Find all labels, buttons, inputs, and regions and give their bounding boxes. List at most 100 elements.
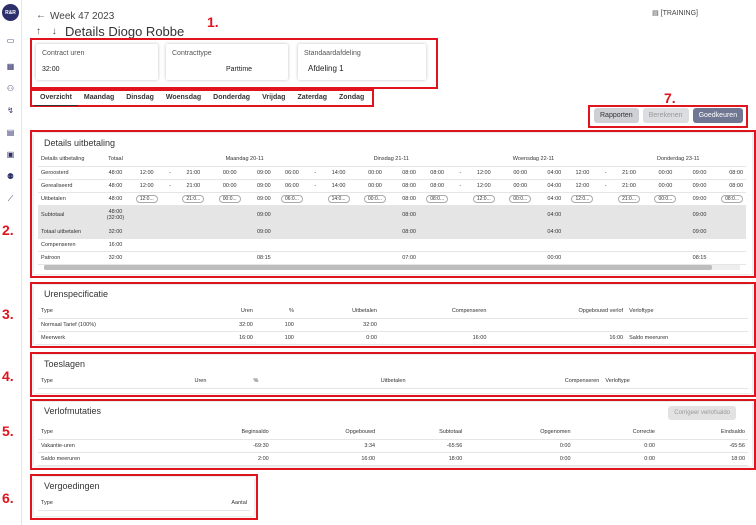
cell: 00:00 [502,166,539,180]
table-row: Normaal Tarief (100%) 32:00 100 32:00 [38,318,748,332]
cell [626,318,748,332]
analytics-icon[interactable]: ↯ [6,106,15,115]
time-select[interactable]: 12:0... [135,194,158,203]
cell: 06:00 [273,166,311,180]
col-type: Type [38,497,135,511]
contracttype-card: Contracttype Parttime [166,44,288,80]
cell: - [164,179,176,193]
cell: 08:00 [273,205,419,226]
verlofmutaties-title: Verlofmutaties [44,406,102,416]
cell: 09:00 [128,205,274,226]
cell: 0:00 [573,439,658,453]
cell: 09:00 [564,225,710,239]
tab-overzicht[interactable]: Overzicht [34,92,78,106]
cell: 14:00 [320,166,357,180]
back-icon[interactable]: ← [36,10,46,21]
tab-donderdag[interactable]: Donderdag [207,92,256,106]
cell: - [455,179,466,193]
inbox-icon[interactable]: ▭ [6,36,15,45]
cell: 08:00 [273,225,419,239]
time-select[interactable]: 21:0... [618,194,640,203]
goedkeuren-button[interactable]: Goedkeuren [692,108,744,123]
annotation-2: 2. [2,222,14,238]
patroon-row: Patroon 32:00 08:15 07:00 00:00 08:15 [38,251,746,265]
vergoedingen-section: Vergoedingen Type Aantal [34,477,254,516]
prev-next-arrows[interactable]: ↑ ↓ [36,26,61,37]
sidebar: R&R ▭ ▦ ⚇ ↯ ▤ ▣ ⚉ ⟋ [0,0,22,525]
cell: Saldo meeruren [38,452,173,466]
row-label: Compenseren [38,238,103,252]
toeslagen-title: Toeslagen [44,359,86,369]
cell: 0:00 [296,331,380,345]
team-icon[interactable]: ⚇ [6,84,15,93]
row-label: Uitbetalen [38,192,103,206]
cell: 08:00 [709,179,746,193]
col-maandag: Maandag 20-11 [128,153,274,167]
time-select[interactable]: 00:0... [364,194,386,203]
chart-icon[interactable]: ⟋ [6,194,15,203]
col-compenseren: Compenseren [379,305,490,319]
time-select[interactable]: 06:0... [280,194,303,203]
table-row: Uitbetalen 48:00 12:0... 21:0... 00:0... 09… [38,192,746,206]
cell: -65:56 [378,439,466,453]
tab-vrijdag[interactable]: Vrijdag [256,92,291,106]
tab-maandag[interactable]: Maandag [78,92,120,106]
tab-zaterdag[interactable]: Zaterdag [291,92,333,106]
dashboard-icon[interactable]: ▦ [6,62,15,71]
col-uren: Uren [202,305,256,319]
cell: - [164,166,176,180]
time-select[interactable]: 21:0... [182,194,205,203]
cell [709,205,746,226]
vergoedingen-title: Vergoedingen [44,481,100,491]
time-select[interactable]: 14:0... [327,194,350,203]
scrollbar-thumb[interactable] [44,265,713,270]
time-select[interactable]: 00:0... [218,194,241,203]
cell [455,192,466,206]
time-select[interactable]: 00:0... [654,194,677,203]
contracttype-value: Parttime [226,66,253,73]
users-icon[interactable]: ⚉ [6,172,15,181]
calendar-icon[interactable]: ▤ [6,128,15,137]
time-select[interactable]: 08:0... [721,194,743,203]
cell: 0:00 [573,452,658,466]
cell: 08:00 [418,179,456,193]
contract-uren-value: 32:00 [42,66,60,73]
rapporten-button[interactable]: Rapporten [594,108,639,123]
cell [709,251,746,265]
col-opgebouwd: Opgebouwd verlof [489,305,627,319]
cell: 06:00 [273,179,311,193]
compenseren-row: Compenseren 16:00 [38,238,746,252]
schedule-icon[interactable]: ▣ [6,150,15,159]
app-logo[interactable]: R&R [2,4,19,21]
urenspecificatie-section: Urenspecificatie Type Uren % Uitbetalen … [34,285,752,345]
cell: 08:15 [128,251,274,265]
cell: 12:0... [564,192,601,206]
cell: 12:00 [128,166,165,180]
time-select[interactable]: 12:0... [571,194,594,203]
cell: 00:00 [211,166,248,180]
cell: 16:00 [202,331,256,345]
tab-zondag[interactable]: Zondag [333,92,370,106]
tab-woensdag[interactable]: Woensdag [160,92,207,106]
berekenen-button[interactable]: Berekenen [642,108,689,123]
cell [709,225,746,239]
col-type: Type [38,375,124,389]
corrigeer-verlofsaldo-button[interactable]: Corrigeer verlofsaldo [668,406,736,420]
row-label: Totaal uitbetalen [38,225,103,239]
afdeling-value: Afdeling 1 [308,64,344,73]
cell: 2:00 [172,452,272,466]
cell: 04:00 [538,192,565,206]
col-details: Details uitbetaling [38,153,103,167]
time-select[interactable]: 00:0... [509,194,532,203]
cell [164,192,176,206]
time-select[interactable]: 08:0... [426,194,449,203]
tab-dinsdag[interactable]: Dinsdag [120,92,160,106]
cell: 18:00 [657,452,748,466]
time-select[interactable]: 12:0... [472,194,495,203]
training-label[interactable]: ▤ [TRAINING] [652,9,698,17]
row-label: Gerealiseerd [38,179,103,193]
col-dinsdag: Dinsdag 21-11 [273,153,419,167]
annotation-7: 7. [664,90,676,106]
cell: 09:00 [128,225,274,239]
horizontal-scrollbar[interactable] [44,265,740,270]
